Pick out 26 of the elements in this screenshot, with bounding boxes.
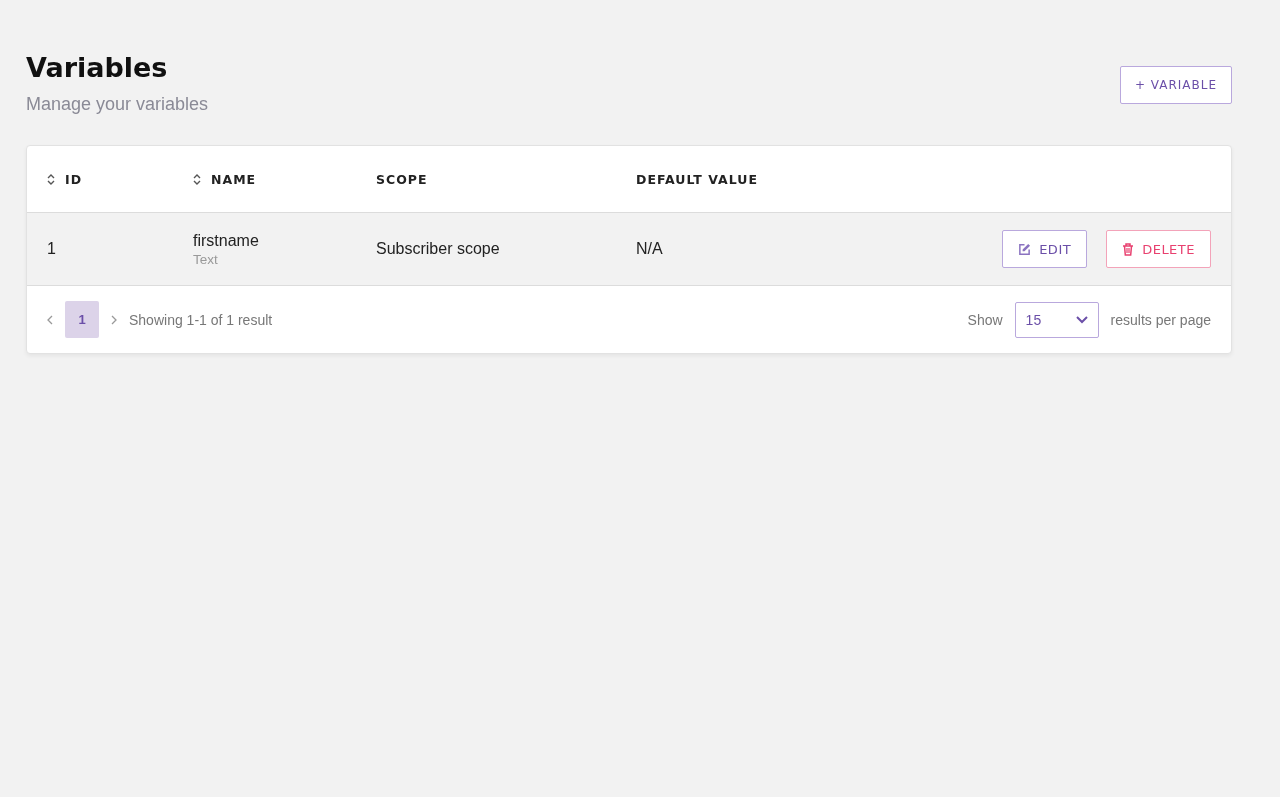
page-title: Variables bbox=[26, 51, 169, 85]
sort-icon[interactable] bbox=[47, 173, 55, 185]
column-header[interactable]: NAME bbox=[211, 171, 257, 187]
page-button[interactable]: 1 bbox=[65, 301, 99, 338]
per-page-select[interactable]: 15 bbox=[1014, 301, 1099, 338]
column-header: DEFAULT VALUE bbox=[636, 171, 758, 187]
edit-button[interactable]: EDIT bbox=[1002, 230, 1088, 268]
sort-icon[interactable] bbox=[193, 173, 201, 185]
results-summary: Showing 1-1 of 1 result bbox=[129, 311, 273, 328]
page-subtitle: Manage your variables bbox=[26, 94, 209, 115]
table-cell-text: N/A bbox=[636, 240, 664, 258]
add-variable-button[interactable]: + VARIABLE bbox=[1119, 66, 1232, 104]
table-cell-text: Subscriber scope bbox=[376, 240, 501, 258]
edit-icon bbox=[1018, 242, 1032, 256]
chevron-right-icon[interactable] bbox=[111, 314, 117, 325]
variable-type: Text bbox=[193, 251, 219, 267]
trash-icon bbox=[1122, 242, 1135, 256]
chevron-down-icon bbox=[1075, 315, 1088, 324]
chevron-left-icon[interactable] bbox=[47, 314, 53, 325]
variable-name: firstname bbox=[193, 231, 260, 250]
column-header[interactable]: ID bbox=[65, 171, 83, 187]
column-header: SCOPE bbox=[376, 171, 428, 187]
show-label: Show bbox=[967, 311, 1003, 328]
table-cell-text: 1 bbox=[47, 240, 57, 258]
per-page-label: results per page bbox=[1110, 311, 1211, 328]
delete-button[interactable]: DELETE bbox=[1106, 230, 1211, 268]
